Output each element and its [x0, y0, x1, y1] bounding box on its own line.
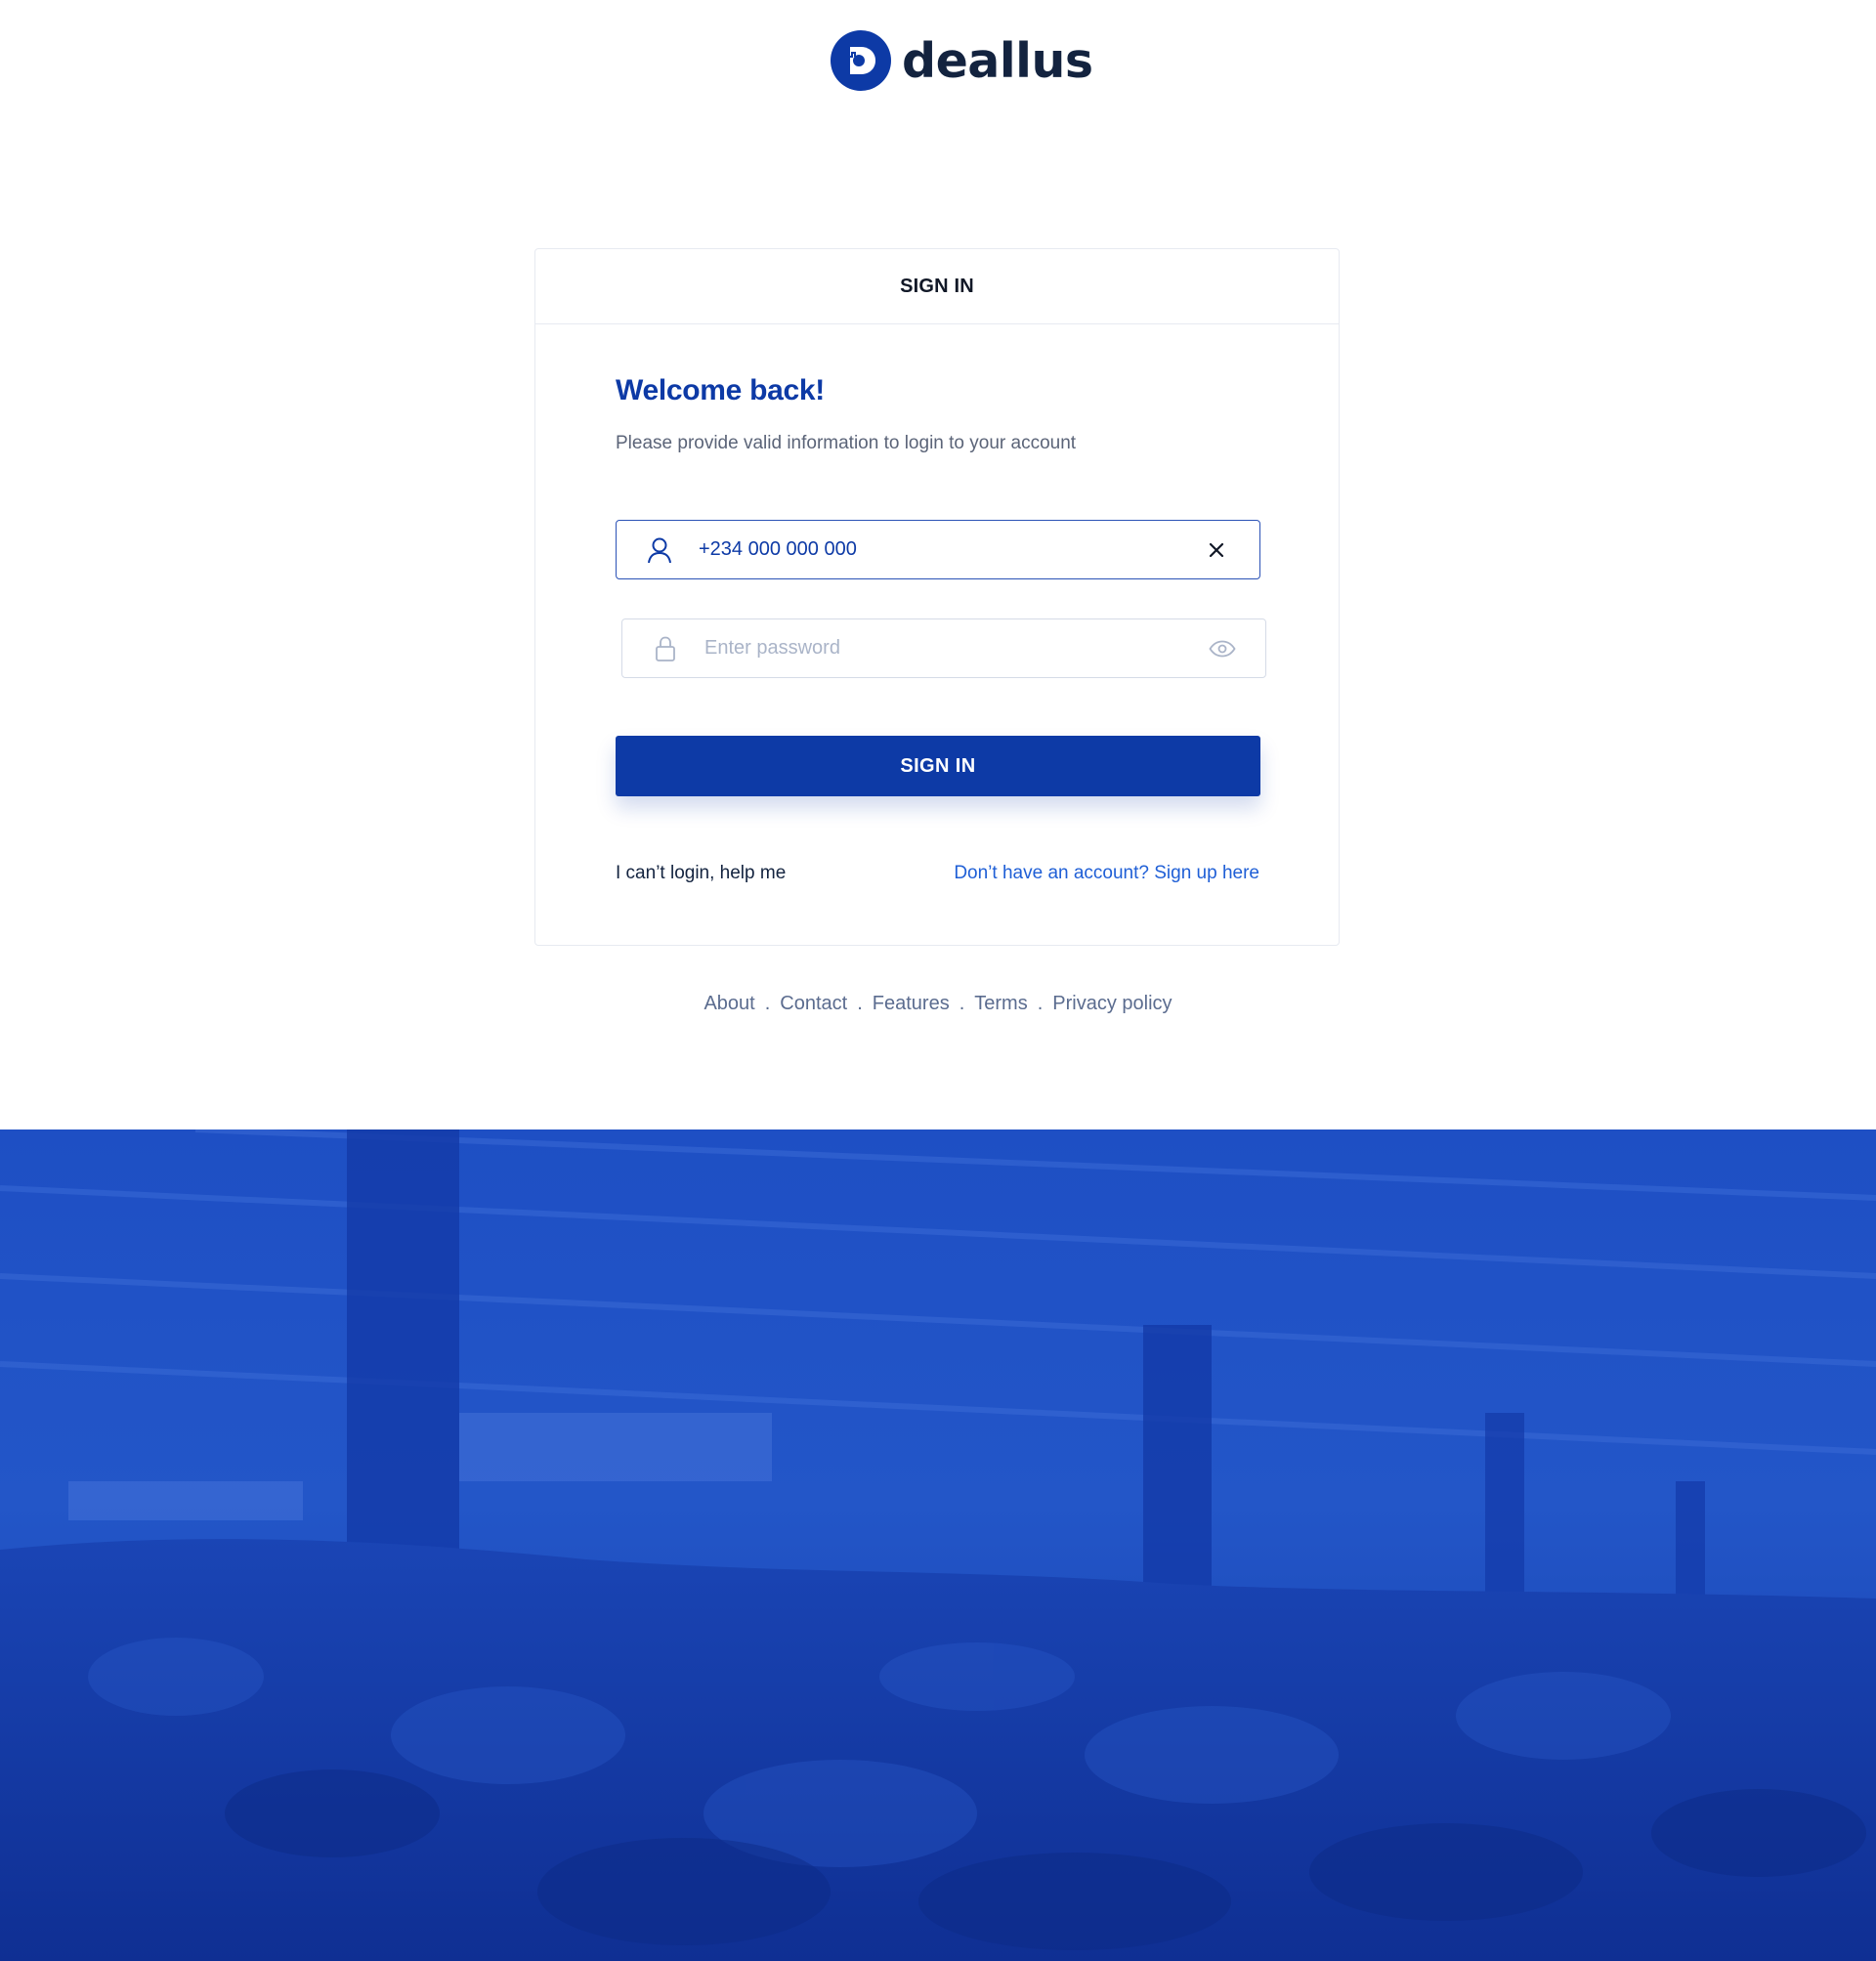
- welcome-subtitle: Please provide valid information to logi…: [616, 433, 1077, 453]
- user-icon: [646, 536, 673, 564]
- brand-name: deallus: [902, 32, 1093, 89]
- footer-link-features[interactable]: Features: [873, 993, 950, 1015]
- password-input[interactable]: [704, 628, 1209, 668]
- card-header-title: SIGN IN: [535, 249, 1339, 324]
- brand-logo[interactable]: deallus: [831, 29, 1093, 92]
- phone-field[interactable]: [616, 520, 1260, 579]
- hero-crowd-image: [0, 1130, 1876, 1961]
- footer-separator: .: [857, 993, 863, 1014]
- deallus-logo-icon: [831, 30, 891, 91]
- lock-icon: [652, 635, 679, 662]
- signup-link[interactable]: Don’t have an account? Sign up here: [954, 863, 1259, 884]
- footer-link-terms[interactable]: Terms: [974, 993, 1027, 1015]
- eye-icon[interactable]: [1209, 635, 1236, 662]
- footer-nav: About . Contact . Features . Terms . Pri…: [0, 993, 1876, 1015]
- phone-input[interactable]: [699, 530, 1203, 570]
- signin-card: SIGN IN Welcome back! Please provide val…: [534, 248, 1340, 946]
- footer-link-about[interactable]: About: [704, 993, 754, 1015]
- sign-in-button[interactable]: SIGN IN: [616, 736, 1260, 796]
- footer-link-contact[interactable]: Contact: [780, 993, 847, 1015]
- footer-separator: .: [764, 993, 771, 1014]
- footer-separator: .: [959, 993, 965, 1014]
- cant-login-link[interactable]: I can’t login, help me: [616, 863, 786, 884]
- clear-icon[interactable]: [1203, 536, 1230, 564]
- welcome-title: Welcome back!: [616, 374, 825, 406]
- password-field[interactable]: [621, 618, 1266, 678]
- footer-separator: .: [1037, 993, 1044, 1014]
- footer-link-privacy[interactable]: Privacy policy: [1052, 993, 1172, 1015]
